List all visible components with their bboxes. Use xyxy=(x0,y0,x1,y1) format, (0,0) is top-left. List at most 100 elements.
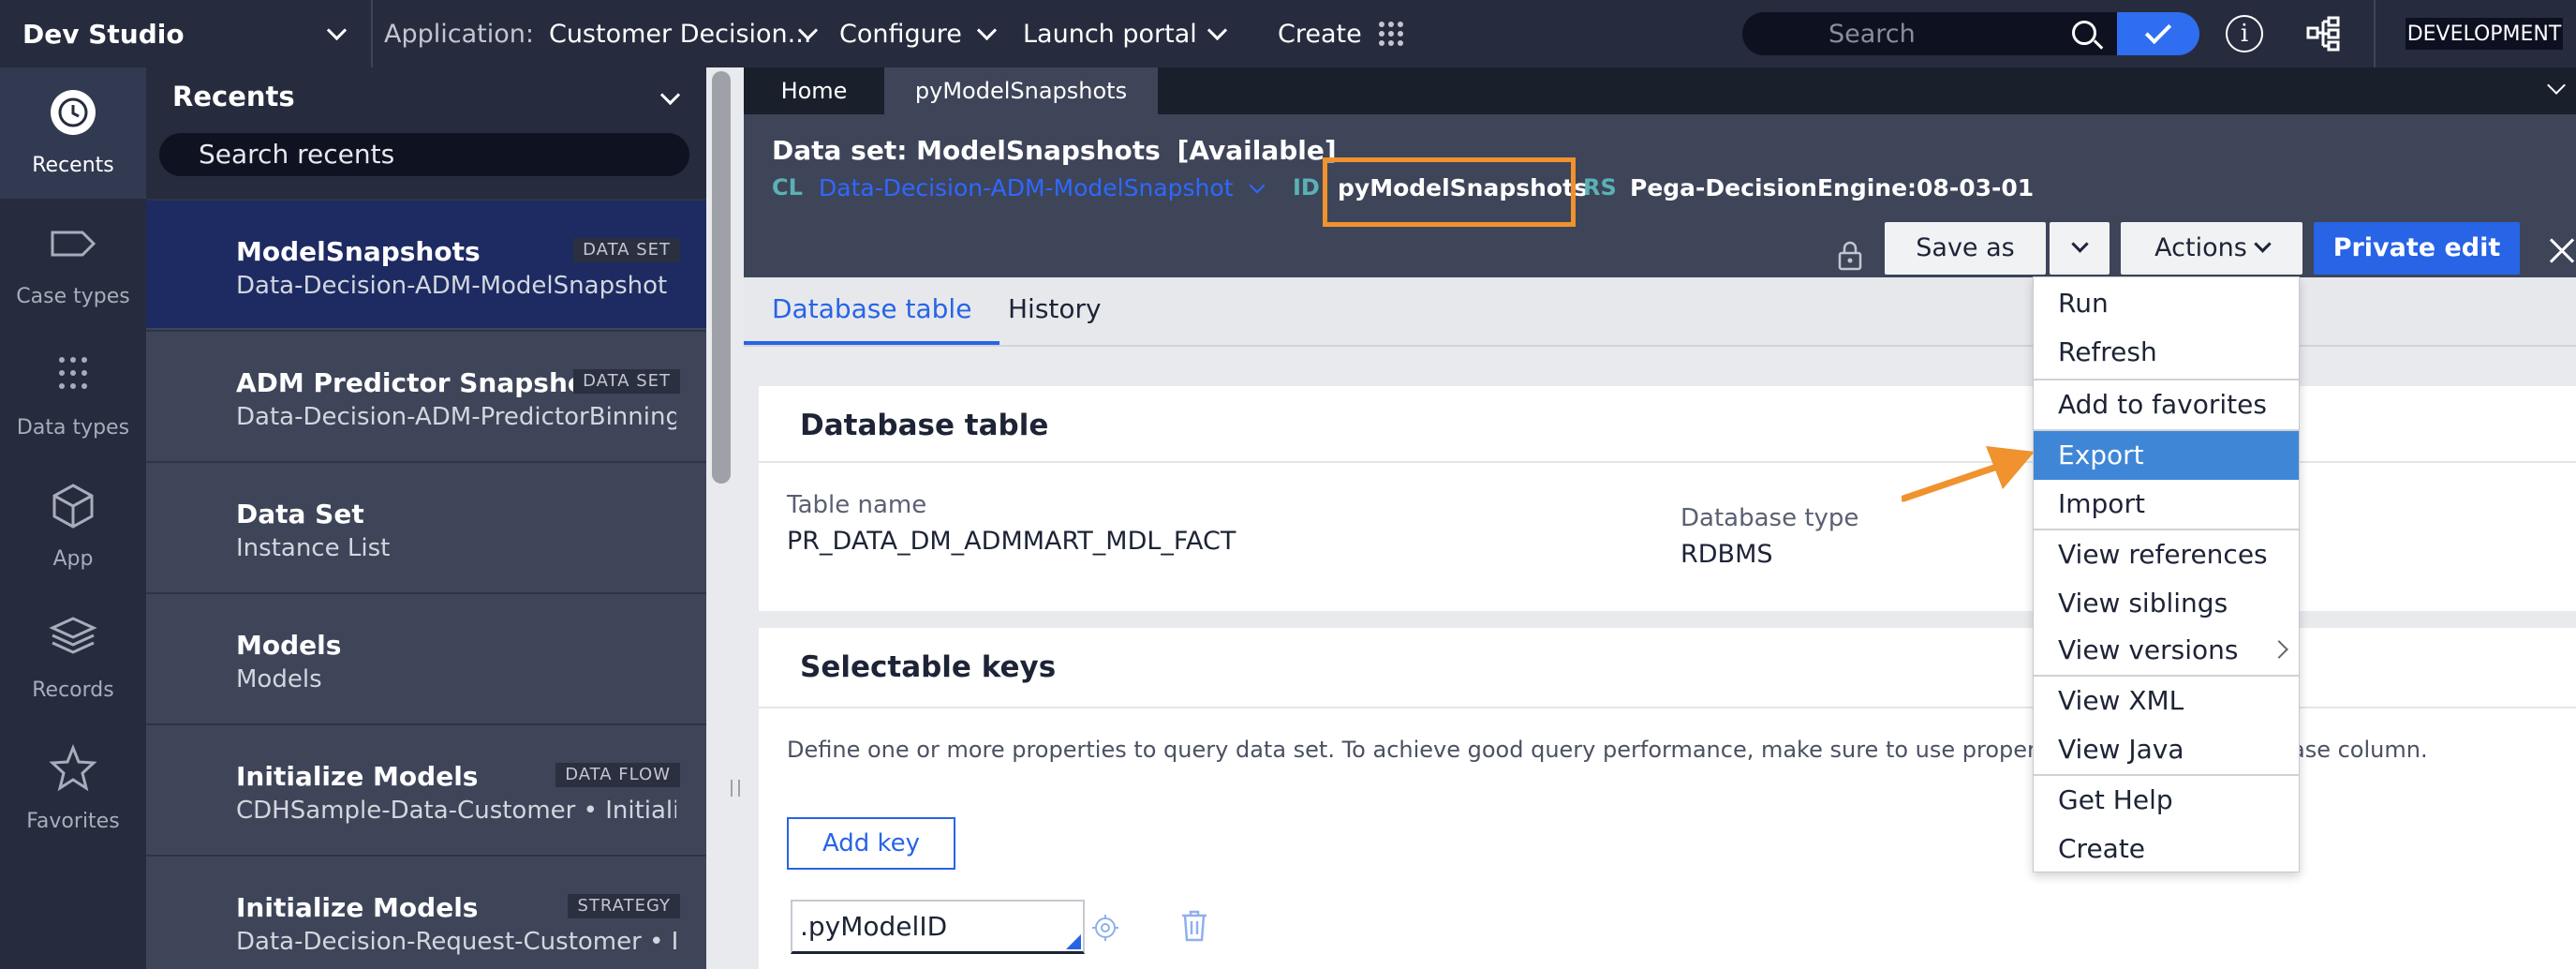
divider xyxy=(2374,0,2376,67)
ruleset-value: Pega-DecisionEngine:08-03-01 xyxy=(1630,174,2035,201)
launch-portal-chevron-icon[interactable] xyxy=(1207,0,1228,67)
save-as-menu-button[interactable] xyxy=(2050,222,2110,275)
key-property-input[interactable]: .pyModelID xyxy=(791,900,1085,954)
tabs-overflow-chevron-icon[interactable] xyxy=(2547,76,2566,95)
nav-data-types[interactable]: Data types xyxy=(0,330,146,461)
panel-resize-handle[interactable] xyxy=(731,780,740,797)
recent-item[interactable]: ADM Predictor Snapshots DATA SET Data-De… xyxy=(146,330,706,459)
chevron-down-icon xyxy=(2070,235,2089,253)
launch-portal-menu[interactable]: Launch portal xyxy=(1023,0,1197,67)
nav-data-types-label: Data types xyxy=(16,416,130,440)
scrollbar-thumb[interactable] xyxy=(712,71,731,484)
search-placeholder: Search xyxy=(1828,19,1916,49)
tab-home[interactable]: Home xyxy=(744,67,884,114)
star-icon xyxy=(49,744,97,792)
app-grid-icon[interactable] xyxy=(1377,0,1405,67)
studio-switcher[interactable]: Dev Studio xyxy=(22,0,185,67)
studio-chevron-icon[interactable] xyxy=(326,0,348,67)
recents-search-input[interactable]: Search recents xyxy=(159,133,689,176)
menu-item-view-siblings[interactable]: View siblings xyxy=(2034,579,2299,628)
chevron-down-icon xyxy=(2254,235,2272,253)
recents-title: Recents xyxy=(172,81,295,112)
nav-recents[interactable]: Recents xyxy=(0,67,146,199)
recents-collapse-chevron-icon[interactable] xyxy=(659,84,681,106)
application-switcher[interactable]: Application: Customer Decision... xyxy=(384,0,811,67)
recent-item-title: Models xyxy=(236,630,342,661)
rs-label: RS xyxy=(1583,174,1617,201)
create-menu[interactable]: Create xyxy=(1278,0,1362,67)
case-tag-icon xyxy=(51,231,96,257)
status-badge: [Available] xyxy=(1177,135,1337,166)
search-icon[interactable] xyxy=(2072,21,2096,45)
configure-label: Configure xyxy=(839,19,962,49)
recent-item[interactable]: Initialize Models STRATEGY Data-Decision… xyxy=(146,855,706,969)
nav-favorites[interactable]: Favorites xyxy=(0,723,146,855)
close-icon[interactable] xyxy=(2544,234,2576,268)
menu-item-view-xml[interactable]: View XML xyxy=(2034,677,2299,725)
search-input[interactable]: Search xyxy=(1742,12,2117,55)
menu-item-add-to-favorites[interactable]: Add to favorites xyxy=(2034,380,2299,429)
menu-item-export[interactable]: Export xyxy=(2034,431,2299,480)
private-edit-button[interactable]: Private edit xyxy=(2314,222,2520,275)
nav-case-types[interactable]: Case types xyxy=(0,199,146,330)
recent-item-subtitle: Data-Decision-ADM-ModelSnapshot •... xyxy=(236,272,676,300)
recent-item[interactable]: Models Models xyxy=(146,592,706,722)
nav-records[interactable]: Records xyxy=(0,592,146,723)
tab-pymodelsnapshots[interactable]: pyModelSnapshots xyxy=(884,67,1158,114)
section-description: Define one or more properties to query d… xyxy=(787,737,2135,763)
menu-item-import[interactable]: Import xyxy=(2034,480,2299,529)
target-icon[interactable] xyxy=(1090,913,1120,943)
nav-app[interactable]: App xyxy=(0,461,146,592)
configure-chevron-icon[interactable] xyxy=(976,0,998,67)
actions-menu: Run Refresh Add to favorites Export Impo… xyxy=(2033,276,2300,872)
recent-item[interactable]: Data Set Instance List xyxy=(146,461,706,590)
top-bar: Dev Studio Application: Customer Decisio… xyxy=(0,0,2576,67)
annotation-arrow-icon xyxy=(1902,446,2035,502)
dots-grid-icon xyxy=(59,357,87,389)
application-chevron-icon[interactable] xyxy=(797,0,819,67)
menu-item-create[interactable]: Create xyxy=(2034,825,2299,873)
recents-header: Recents Search recents xyxy=(146,67,706,199)
menu-item-view-versions[interactable]: View versions xyxy=(2034,626,2299,675)
save-as-button[interactable]: Save as xyxy=(1885,222,2046,275)
left-navigation: Recents Case types Data types App Record… xyxy=(0,67,146,969)
recent-item[interactable]: ModelSnapshots DATA SET Data-Decision-AD… xyxy=(146,199,706,328)
menu-item-view-references[interactable]: View references xyxy=(2034,530,2299,579)
table-name-value: PR_DATA_DM_ADMMART_MDL_FACT xyxy=(787,527,1236,556)
search-submit-button[interactable] xyxy=(2117,12,2199,55)
recent-item-title: Data Set xyxy=(236,499,364,529)
recent-item-title: Initialize Models xyxy=(236,892,479,923)
application-value: Customer Decision... xyxy=(548,19,812,49)
nav-recents-label: Recents xyxy=(32,154,114,177)
work-tabs: Home pyModelSnapshots xyxy=(744,67,2576,114)
global-search: Search xyxy=(1742,0,2199,67)
menu-item-label: View versions xyxy=(2058,634,2239,665)
section-title: Selectable keys xyxy=(800,650,1057,684)
recents-scrollbar[interactable] xyxy=(706,67,744,969)
menu-item-refresh[interactable]: Refresh xyxy=(2034,328,2299,377)
add-key-button[interactable]: Add key xyxy=(787,817,955,870)
divider xyxy=(759,707,2576,708)
class-link[interactable]: Data-Decision-ADM-ModelSnapshot xyxy=(819,174,1266,201)
tab-database-table[interactable]: Database table xyxy=(744,277,1000,345)
rule-form-tabs: Database table History xyxy=(744,277,2576,347)
actions-label: Actions xyxy=(2154,233,2247,262)
menu-item-get-help[interactable]: Get Help xyxy=(2034,776,2299,825)
highlight-box xyxy=(1323,157,1576,227)
recent-item-title: ModelSnapshots xyxy=(236,236,481,267)
trash-icon[interactable] xyxy=(1180,909,1208,943)
info-icon[interactable]: i xyxy=(2226,0,2263,67)
menu-item-view-java[interactable]: View Java xyxy=(2034,725,2299,774)
section-title: Database table xyxy=(800,409,1049,442)
tab-history[interactable]: History xyxy=(1008,277,1102,345)
recent-item[interactable]: Initialize Models DATA FLOW CDHSample-Da… xyxy=(146,723,706,853)
id-label: ID xyxy=(1293,174,1320,201)
menu-item-run[interactable]: Run xyxy=(2034,279,2299,328)
nav-app-label: App xyxy=(52,547,94,571)
recent-item-subtitle: Models xyxy=(236,665,322,693)
hierarchy-icon[interactable] xyxy=(2304,0,2342,67)
actions-button[interactable]: Actions xyxy=(2121,222,2302,275)
configure-menu[interactable]: Configure xyxy=(839,0,962,67)
nav-case-types-label: Case types xyxy=(16,285,130,308)
nav-favorites-label: Favorites xyxy=(26,810,120,833)
